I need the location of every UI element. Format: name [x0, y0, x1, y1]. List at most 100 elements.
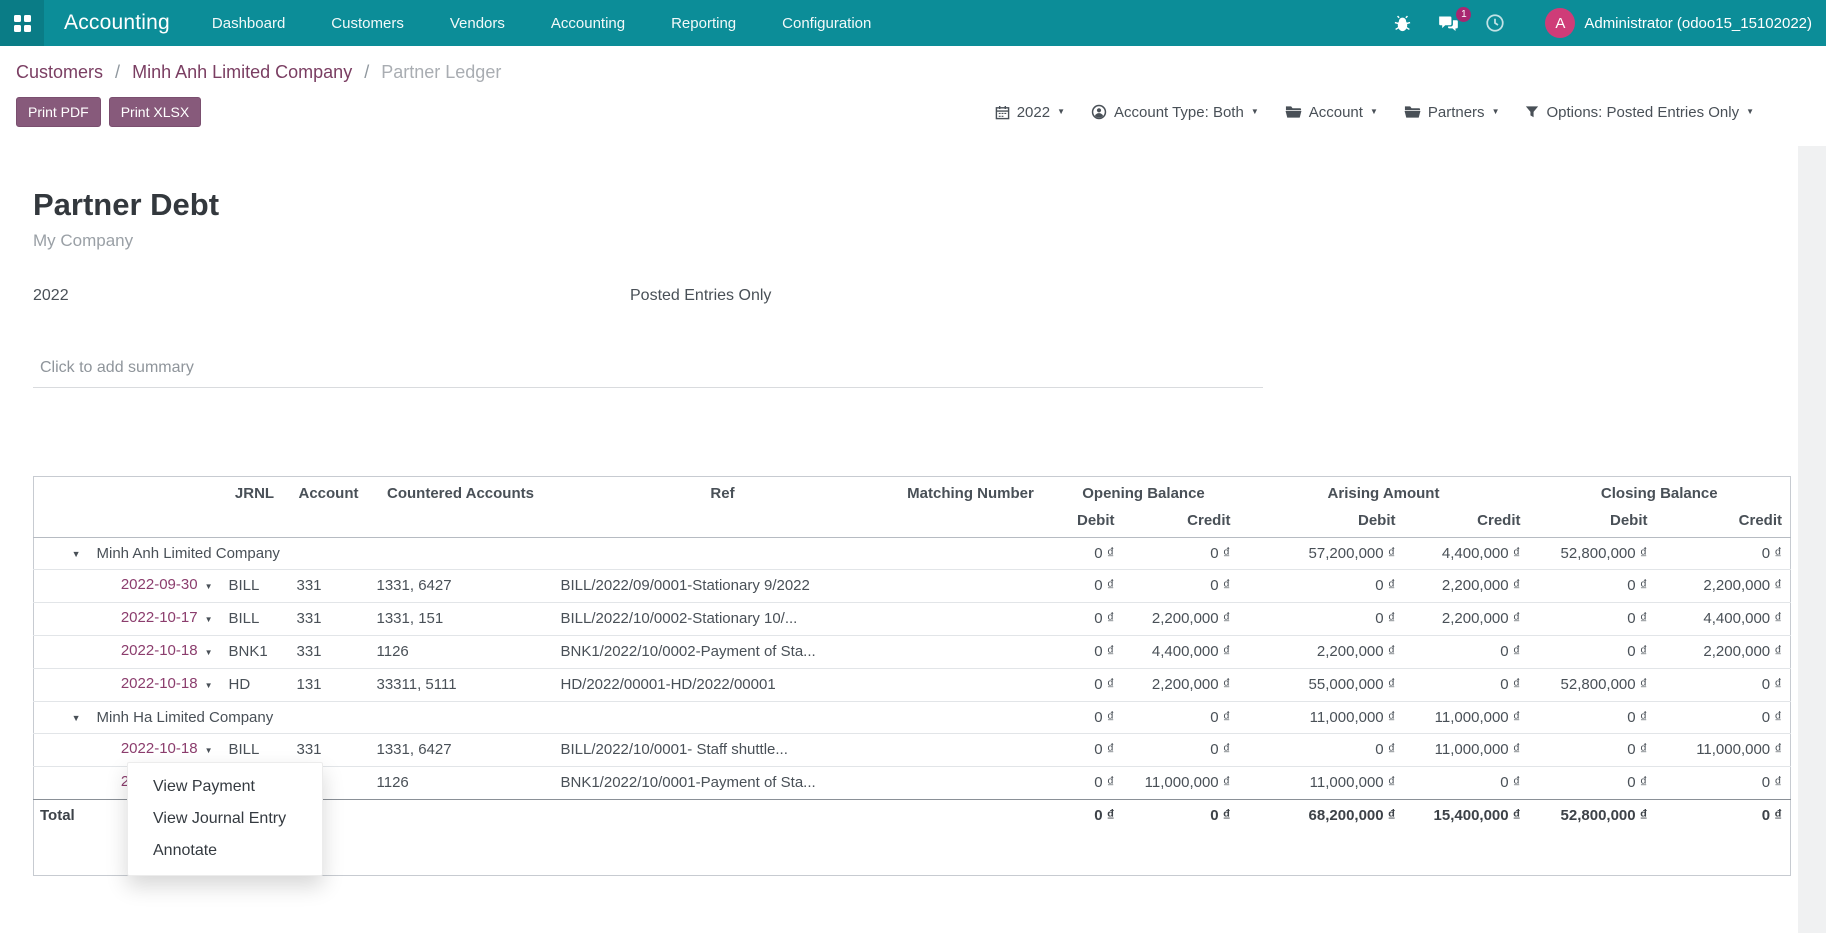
amount-cell: 11,000,000 ₫ — [1656, 734, 1791, 767]
amount-cell: 0 ₫ — [1404, 636, 1529, 669]
caret-down-icon[interactable]: ▼ — [205, 648, 213, 657]
entry-date-dropdown[interactable]: 2022-10-18 — [121, 642, 198, 659]
main-navbar: Accounting Dashboard Customers Vendors A… — [0, 0, 1826, 46]
countered-cell: 33311, 5111 — [369, 669, 553, 702]
total-amount-cell: 0 ₫ — [1656, 800, 1791, 876]
entry-date-dropdown[interactable]: 2022-09-30 — [121, 576, 198, 593]
amount-cell: 0 ₫ — [1123, 570, 1239, 603]
nav-accounting[interactable]: Accounting — [549, 11, 627, 36]
jrnl-cell: BILL — [221, 603, 289, 636]
app-brand[interactable]: Accounting — [64, 11, 170, 35]
print-pdf-button[interactable]: Print PDF — [16, 97, 101, 127]
filter-account-dropdown[interactable]: Account ▼ — [1285, 104, 1378, 121]
amount-cell: 0 ₫ — [1529, 636, 1656, 669]
caret-down-icon[interactable]: ▼ — [205, 615, 213, 624]
col-header-closing-debit: Debit — [1529, 509, 1656, 538]
nav-configuration[interactable]: Configuration — [780, 11, 873, 36]
menu-item-annotate[interactable]: Annotate — [128, 835, 322, 867]
caret-down-icon: ▼ — [72, 713, 81, 723]
jrnl-cell: BNK1 — [221, 636, 289, 669]
breadcrumb-customers[interactable]: Customers — [16, 62, 103, 82]
amount-cell: 0 ₫ — [1404, 669, 1529, 702]
folder-icon — [1285, 105, 1302, 119]
group-name[interactable]: Minh Ha Limited Company — [89, 702, 1049, 734]
filter-account-type-dropdown[interactable]: Account Type: Both ▼ — [1091, 104, 1259, 121]
nav-customers[interactable]: Customers — [329, 11, 406, 36]
caret-down-icon[interactable]: ▼ — [205, 582, 213, 591]
user-circle-icon — [1091, 104, 1107, 120]
messages-icon[interactable]: 1 — [1438, 14, 1459, 33]
nav-vendors[interactable]: Vendors — [448, 11, 507, 36]
print-xlsx-button[interactable]: Print XLSX — [109, 97, 201, 127]
filter-period-label: 2022 — [1017, 104, 1050, 121]
report-options-note: Posted Entries Only — [630, 287, 771, 305]
amount-cell: 0 ₫ — [1529, 734, 1656, 767]
filter-partners-dropdown[interactable]: Partners ▼ — [1404, 104, 1500, 121]
amount-cell: 2,200,000 ₫ — [1123, 669, 1239, 702]
entry-date-dropdown[interactable]: 2022-10-18 — [121, 740, 198, 757]
page-scrollbar-gutter[interactable] — [1798, 146, 1826, 933]
entry-context-menu: View Payment View Journal Entry Annotate — [127, 762, 323, 876]
matching-cell — [893, 603, 1049, 636]
amount-cell: 2,200,000 ₫ — [1404, 570, 1529, 603]
nav-dashboard[interactable]: Dashboard — [210, 11, 287, 36]
group-row: ▼ Minh Ha Limited Company 0 ₫ 0 ₫ 11,000… — [34, 702, 1791, 734]
menu-item-view-payment[interactable]: View Payment — [128, 771, 322, 803]
amount-cell: 2,200,000 ₫ — [1239, 636, 1404, 669]
amount-cell: 52,800,000 ₫ — [1529, 538, 1656, 570]
table-header-row: JRNL Account Countered Accounts Ref Matc… — [34, 477, 1791, 510]
summary-placeholder[interactable]: Click to add summary — [33, 359, 1263, 388]
caret-down-icon[interactable]: ▼ — [205, 681, 213, 690]
account-cell: 331 — [289, 636, 369, 669]
filter-options-dropdown[interactable]: Options: Posted Entries Only ▼ — [1525, 104, 1754, 121]
ref-cell: BILL/2022/10/0002-Stationary 10/... — [553, 603, 893, 636]
user-menu[interactable]: A Administrator (odoo15_15102022) — [1545, 8, 1812, 38]
col-header-arising-debit: Debit — [1239, 509, 1404, 538]
matching-cell — [893, 734, 1049, 767]
amount-cell: 0 ₫ — [1123, 702, 1239, 734]
table-row: 2022-09-30▼ BILL 331 1331, 6427 BILL/202… — [34, 570, 1791, 603]
total-amount-cell: 0 ₫ — [1049, 800, 1123, 876]
table-row: 2022-10-18▼ BNK1 331 1126 BNK1/2022/10/0… — [34, 636, 1791, 669]
col-header-opening-credit: Credit — [1123, 509, 1239, 538]
group-collapse-toggle[interactable]: ▼ — [34, 702, 89, 734]
amount-cell: 0 ₫ — [1049, 636, 1123, 669]
menu-item-view-journal-entry[interactable]: View Journal Entry — [128, 803, 322, 835]
caret-down-icon[interactable]: ▼ — [205, 746, 213, 755]
matching-cell — [893, 767, 1049, 800]
chevron-down-icon: ▼ — [1251, 108, 1259, 116]
activities-clock-icon[interactable] — [1485, 13, 1505, 33]
ref-cell: BILL/2022/10/0001- Staff shuttle... — [553, 734, 893, 767]
ref-cell: BILL/2022/09/0001-Stationary 9/2022 — [553, 570, 893, 603]
col-header-countered: Countered Accounts — [369, 477, 553, 538]
expand-column-header — [34, 477, 89, 538]
filter-account-type-label: Account Type: Both — [1114, 104, 1244, 121]
amount-cell: 4,400,000 ₫ — [1656, 603, 1791, 636]
debug-bug-icon[interactable] — [1393, 14, 1412, 33]
apps-menu-button[interactable] — [0, 0, 44, 46]
total-amount-cell: 15,400,000 ₫ — [1404, 800, 1529, 876]
breadcrumb-separator: / — [364, 62, 369, 82]
col-header-opening-debit: Debit — [1049, 509, 1123, 538]
col-header-matching: Matching Number — [893, 477, 1049, 538]
ref-cell: HD/2022/00001-HD/2022/00001 — [553, 669, 893, 702]
filter-account-label: Account — [1309, 104, 1363, 121]
amount-cell: 0 ₫ — [1529, 570, 1656, 603]
amount-cell: 11,000,000 ₫ — [1404, 734, 1529, 767]
chevron-down-icon: ▼ — [1492, 108, 1500, 116]
amount-cell: 0 ₫ — [1656, 669, 1791, 702]
breadcrumb: Customers / Minh Anh Limited Company / P… — [16, 62, 1810, 83]
amount-cell: 4,400,000 ₫ — [1123, 636, 1239, 669]
filter-period-dropdown[interactable]: 2022 ▼ — [995, 104, 1065, 121]
jrnl-cell: BILL — [221, 570, 289, 603]
entry-date-dropdown[interactable]: 2022-10-17 — [121, 609, 198, 626]
nav-reporting[interactable]: Reporting — [669, 11, 738, 36]
entry-date-dropdown[interactable]: 2022-10-18 — [121, 675, 198, 692]
group-collapse-toggle[interactable]: ▼ — [34, 538, 89, 570]
col-header-account: Account — [289, 477, 369, 538]
amount-cell: 57,200,000 ₫ — [1239, 538, 1404, 570]
col-header-arising-amount: Arising Amount — [1239, 477, 1529, 510]
group-name[interactable]: Minh Anh Limited Company — [89, 538, 1049, 570]
amount-cell: 0 ₫ — [1049, 538, 1123, 570]
breadcrumb-partner[interactable]: Minh Anh Limited Company — [132, 62, 352, 82]
